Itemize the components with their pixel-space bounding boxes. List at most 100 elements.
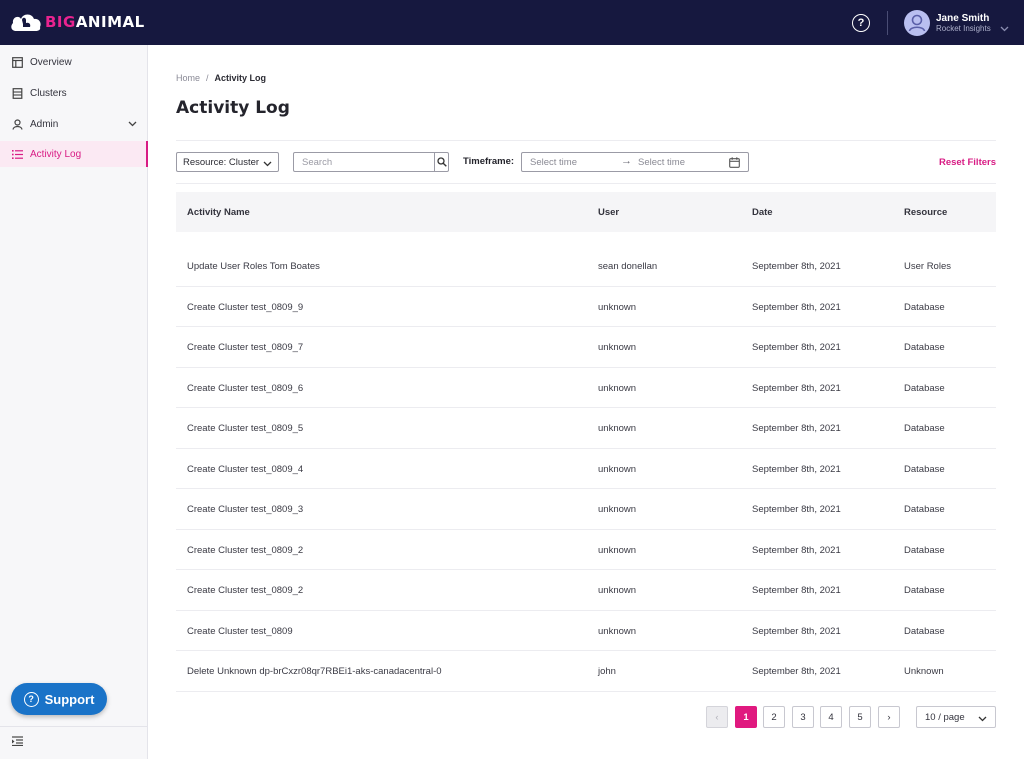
breadcrumb: Home / Activity Log (176, 73, 266, 83)
sidebar-item-label: Admin (30, 118, 59, 130)
cell-user: unknown (598, 423, 637, 434)
collapse-sidebar-icon[interactable] (12, 733, 23, 751)
column-header-date[interactable]: Date (752, 207, 773, 218)
cell-user: unknown (598, 504, 637, 515)
brand-part1: BIG (45, 13, 76, 31)
column-header-resource[interactable]: Resource (904, 207, 947, 218)
page-title: Activity Log (176, 98, 290, 118)
table-row[interactable]: Create Cluster test_0809_6 unknown Septemb… (176, 368, 996, 408)
cell-activity-name: Create Cluster test_0809 (187, 625, 293, 637)
sidebar-item-label: Activity Log (30, 148, 82, 160)
page-2-button[interactable]: 2 (763, 706, 785, 728)
cell-resource: Database (904, 382, 945, 394)
breadcrumb-current: Activity Log (214, 73, 267, 83)
resource-select[interactable]: Resource: Cluster (176, 152, 279, 172)
cell-resource: Database (904, 585, 945, 596)
end-time-input[interactable]: Select time (638, 157, 685, 168)
cell-user: unknown (598, 342, 637, 353)
breadcrumb-home[interactable]: Home (176, 73, 200, 83)
page-3-button[interactable]: 3 (792, 706, 814, 728)
list-icon (11, 148, 23, 160)
cell-date: September 8th, 2021 (752, 463, 841, 475)
sidebar-item-clusters[interactable]: Clusters (0, 80, 147, 106)
support-button[interactable]: ? Support (11, 683, 107, 715)
page-size-select[interactable]: 10 / page (916, 706, 996, 728)
page-size-value: 10 / page (925, 711, 965, 723)
search-box (293, 152, 449, 172)
table-row[interactable]: Create Cluster test_0809_2 unknown Septemb… (176, 570, 996, 611)
cell-user: unknown (598, 625, 637, 637)
user-menu[interactable]: Jane Smith Rocket Insights (904, 9, 1009, 37)
help-circle-icon: ? (23, 691, 39, 707)
cell-date: September 8th, 2021 (752, 301, 841, 313)
cell-date: September 8th, 2021 (752, 261, 841, 272)
table-row[interactable]: Update User Roles Tom Boates sean donella… (176, 246, 996, 287)
table-row[interactable]: Create Cluster test_0809_5 unknown Septemb… (176, 408, 996, 449)
search-icon[interactable] (434, 153, 448, 171)
table-row[interactable]: Create Cluster test_0809_7 unknown Septemb… (176, 327, 996, 368)
divider (176, 183, 996, 184)
help-icon[interactable]: ? (852, 14, 870, 32)
chevron-down-icon (128, 119, 137, 130)
cell-activity-name: Create Cluster test_0809_6 (187, 382, 304, 394)
top-bar: BIGANIMAL ? Jane Smith Rocket Insights (0, 0, 1024, 45)
user-icon (11, 118, 23, 130)
sidebar-item-label: Clusters (30, 87, 67, 99)
header-divider (887, 11, 888, 35)
cell-date: September 8th, 2021 (752, 625, 841, 637)
table-row[interactable]: Create Cluster test_0809_3 unknown Septemb… (176, 489, 996, 530)
cell-activity-name: Create Cluster test_0809_7 (187, 342, 304, 353)
chevron-down-icon (978, 714, 987, 725)
sidebar-item-activity-log[interactable]: Activity Log (0, 141, 148, 167)
cell-user: unknown (598, 544, 637, 556)
arrow-right-icon: → (621, 155, 632, 167)
cell-date: September 8th, 2021 (752, 544, 841, 556)
cell-activity-name: Delete Unknown dp-brCxzr08qr7RBEi1-aks-c… (187, 666, 442, 677)
cell-activity-name: Create Cluster test_0809_2 (187, 585, 304, 596)
cell-activity-name: Create Cluster test_0809_4 (187, 463, 304, 475)
cell-user: unknown (598, 382, 637, 394)
page-5-button[interactable]: 5 (849, 706, 871, 728)
resource-select-value: Resource: Cluster (183, 156, 260, 168)
table-row[interactable]: Create Cluster test_0809_9 unknown Septemb… (176, 287, 996, 327)
user-org: Rocket Insights (936, 24, 991, 34)
table-row[interactable]: Create Cluster test_0809_2 unknown Septemb… (176, 530, 996, 570)
cell-resource: User Roles (904, 261, 951, 272)
column-header-user[interactable]: User (598, 207, 619, 218)
cloud-logo-icon (10, 11, 42, 33)
cell-user: unknown (598, 585, 637, 596)
reset-filters-link[interactable]: Reset Filters (939, 157, 996, 168)
sidebar-item-overview[interactable]: Overview (0, 49, 147, 75)
cell-activity-name: Create Cluster test_0809_9 (187, 301, 304, 313)
cell-activity-name: Update User Roles Tom Boates (187, 261, 320, 272)
cell-user: sean donellan (598, 261, 658, 272)
biganimal-logo[interactable]: BIGANIMAL (10, 11, 145, 33)
page-1-button[interactable]: 1 (735, 706, 757, 728)
cell-resource: Database (904, 423, 945, 434)
table-row[interactable]: Create Cluster test_0809_4 unknown Septemb… (176, 449, 996, 489)
search-input[interactable] (294, 153, 434, 171)
avatar (904, 10, 930, 36)
cell-activity-name: Create Cluster test_0809_5 (187, 423, 304, 434)
cell-date: September 8th, 2021 (752, 423, 841, 434)
divider (176, 140, 996, 141)
prev-page-button[interactable]: ‹ (706, 706, 728, 728)
timeframe-range-picker[interactable]: Select time → Select time (521, 152, 749, 172)
cell-resource: Database (904, 342, 945, 353)
layout-icon (11, 56, 23, 68)
column-header-activity-name[interactable]: Activity Name (187, 207, 250, 218)
cell-date: September 8th, 2021 (752, 585, 841, 596)
database-icon (11, 87, 23, 99)
table-row[interactable]: Delete Unknown dp-brCxzr08qr7RBEi1-aks-c… (176, 651, 996, 692)
cell-resource: Unknown (904, 666, 944, 677)
sidebar-divider (0, 726, 147, 727)
start-time-input[interactable]: Select time (530, 157, 577, 168)
activity-table-body: Update User Roles Tom Boates sean donella… (176, 246, 996, 692)
next-page-button[interactable]: › (878, 706, 900, 728)
page-4-button[interactable]: 4 (820, 706, 842, 728)
cell-resource: Database (904, 504, 945, 515)
cell-activity-name: Create Cluster test_0809_2 (187, 544, 304, 556)
cell-user: john (598, 666, 616, 677)
sidebar-item-admin[interactable]: Admin (0, 111, 147, 137)
table-row[interactable]: Create Cluster test_0809 unknown September… (176, 611, 996, 651)
